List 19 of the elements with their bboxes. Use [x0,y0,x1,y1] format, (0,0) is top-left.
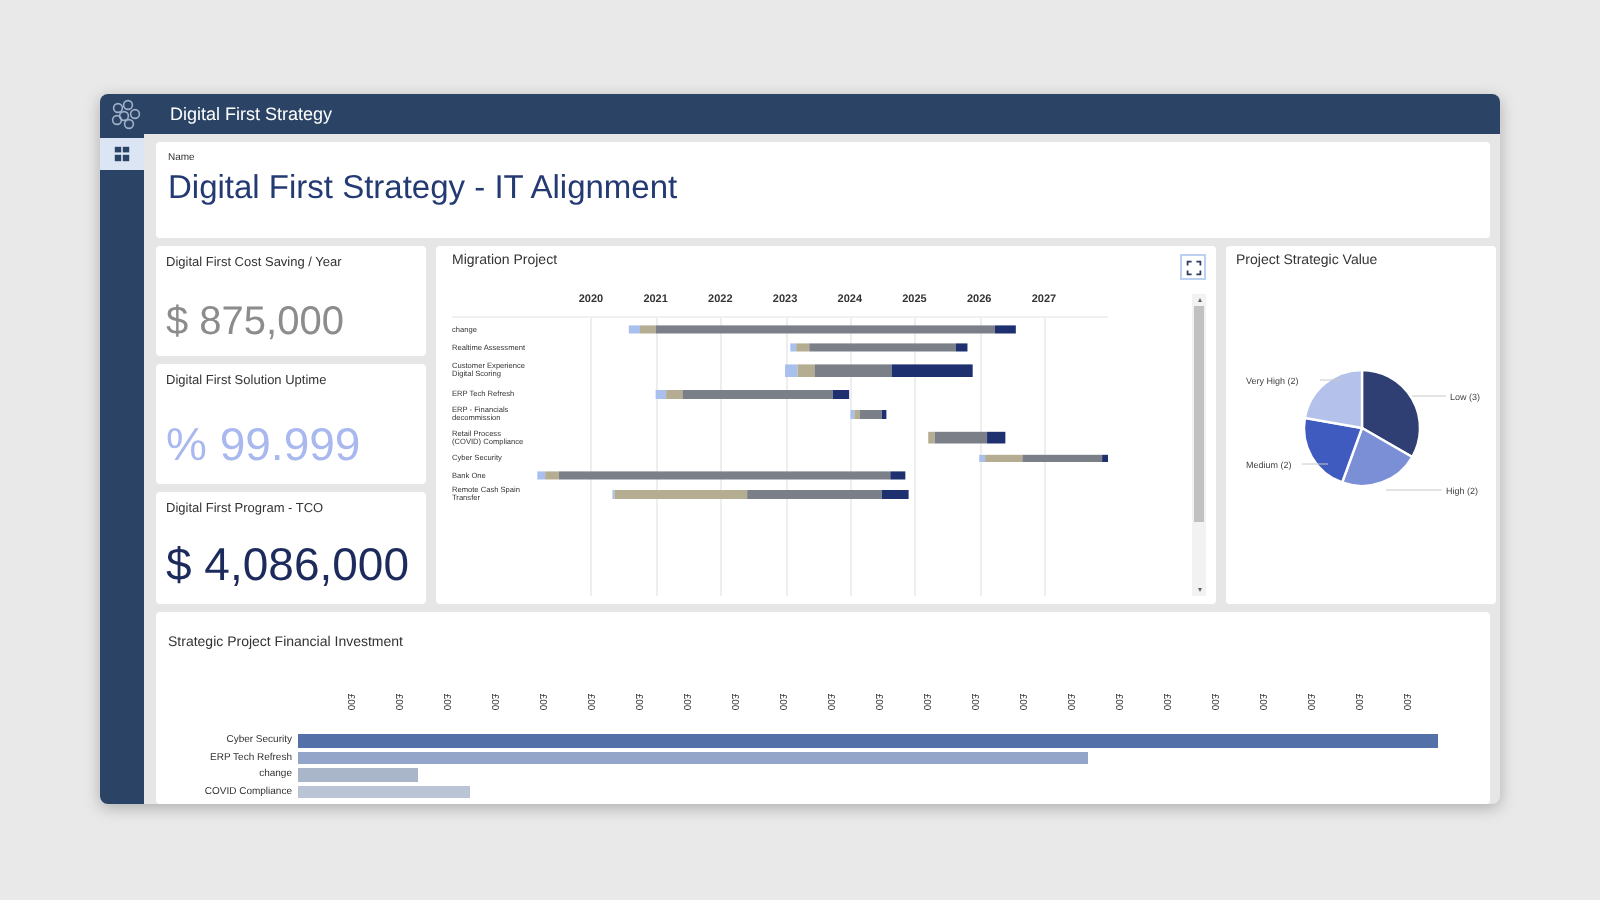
expand-icon [1185,259,1201,275]
gantt-bar [979,454,1108,462]
kpi-value: $ 875,000 [166,298,346,346]
gantt-bar [850,410,887,419]
dashboard-title: Digital First Strategy - IT Alignment [168,170,680,208]
investment-bar [298,768,418,781]
fullscreen-button[interactable] [1180,254,1206,280]
molecule-cluster-icon [110,98,142,130]
leader-line [1319,379,1343,381]
pie-slice [1302,416,1364,484]
kpi-value: $ 4,086,000 [166,538,412,594]
scrollbar-thumb[interactable] [1194,306,1204,522]
dashboard-icon [114,146,130,162]
leader-line [1301,463,1329,465]
scrollbar[interactable] [1192,294,1206,596]
kpi-value: % 99.999 [166,418,363,474]
gantt-bar [928,431,1006,444]
dashboard-button[interactable] [100,138,144,170]
window-title: Digital First Strategy [170,104,333,124]
